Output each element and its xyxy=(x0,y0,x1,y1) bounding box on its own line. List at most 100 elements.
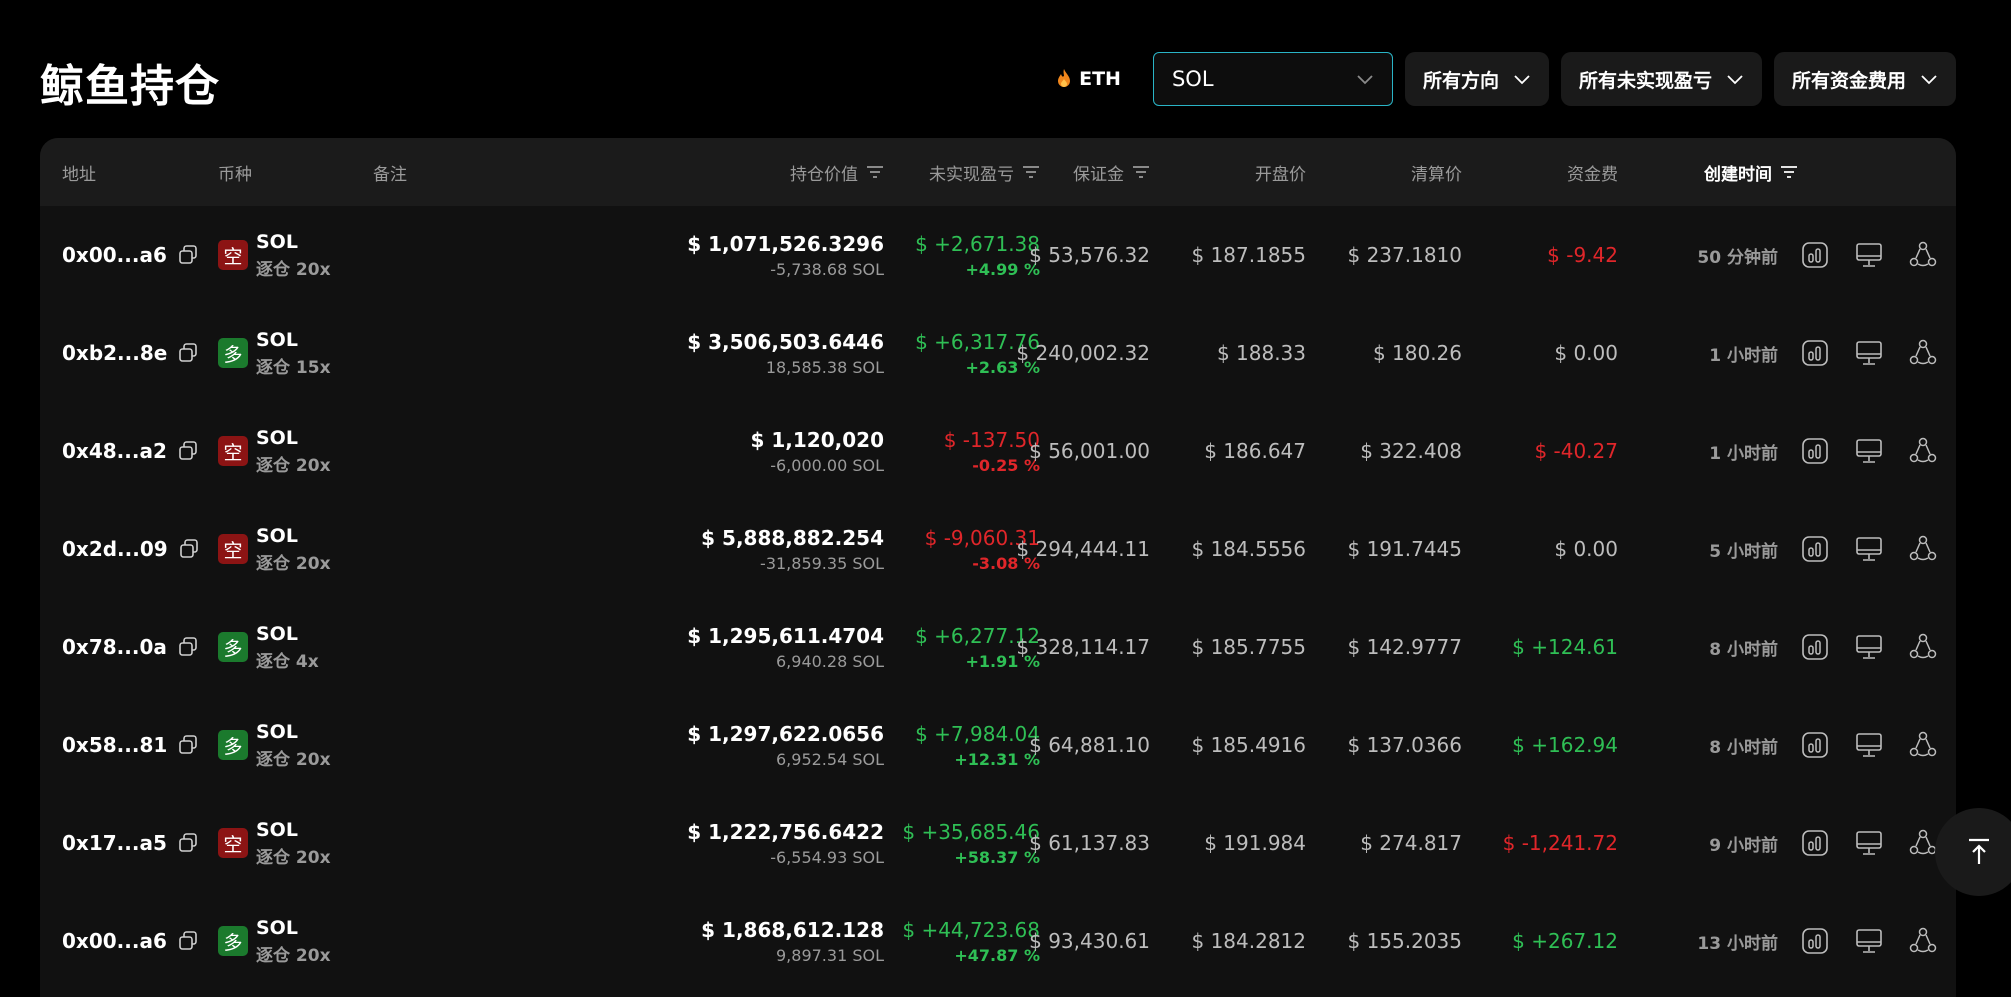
monitor-icon[interactable] xyxy=(1854,338,1884,368)
entry-price: $ 185.4916 xyxy=(1191,733,1306,757)
chart-icon[interactable] xyxy=(1800,338,1830,368)
header-coin: 币种 xyxy=(218,138,252,206)
table-row[interactable]: 0x2d...09 空 SOL 逐仓 20x $ 5,888,882.254 -… xyxy=(40,500,1956,598)
table-row[interactable]: 0x17...a5 空 SOL 逐仓 20x $ 1,222,756.6422 … xyxy=(40,794,1956,892)
address-wrap: 0x00...a6 xyxy=(62,243,199,267)
row-actions xyxy=(1800,794,1938,892)
copy-icon[interactable] xyxy=(177,244,199,266)
position-value-cell: $ 1,071,526.3296 -5,738.68 SOL xyxy=(687,206,884,304)
margin-cell: $ 64,881.10 xyxy=(1029,696,1150,794)
table-row[interactable]: 0x48...a2 空 SOL 逐仓 20x $ 1,120,020 -6,00… xyxy=(40,402,1956,500)
copy-icon[interactable] xyxy=(177,832,199,854)
copy-icon[interactable] xyxy=(178,538,200,560)
entry-price: $ 188.33 xyxy=(1216,341,1306,365)
position-size: -6,000.00 SOL xyxy=(770,455,884,475)
chart-icon[interactable] xyxy=(1800,926,1830,956)
created-cell: 13 小时前 xyxy=(1697,892,1778,990)
share-network-icon[interactable] xyxy=(1908,926,1938,956)
header-margin[interactable]: 保证金 xyxy=(1073,138,1150,206)
monitor-icon[interactable] xyxy=(1854,436,1884,466)
header-created-time[interactable]: 创建时间 xyxy=(1704,138,1798,206)
position-size: -5,738.68 SOL xyxy=(770,259,884,279)
address-text[interactable]: 0x00...a6 xyxy=(62,929,167,953)
address-text[interactable]: 0x78...0a xyxy=(62,635,167,659)
side-badge: 多 xyxy=(218,632,248,662)
table-row[interactable]: 0x00...a6 多 SOL 逐仓 20x $ 1,868,612.128 9… xyxy=(40,892,1956,990)
entry-price-cell: $ 186.647 xyxy=(1204,402,1306,500)
row-actions xyxy=(1800,304,1938,402)
funding-cell: $ +267.12 xyxy=(1512,892,1618,990)
address-text[interactable]: 0x2d...09 xyxy=(62,537,168,561)
funding-cell: $ -9.42 xyxy=(1547,206,1618,304)
margin-value: $ 64,881.10 xyxy=(1029,733,1150,757)
copy-icon[interactable] xyxy=(177,734,199,756)
funding-filter-label: 所有资金费用 xyxy=(1791,69,1906,92)
chart-icon[interactable] xyxy=(1800,632,1830,662)
entry-price: $ 184.5556 xyxy=(1191,537,1306,561)
address-wrap: 0x58...81 xyxy=(62,733,199,757)
share-network-icon[interactable] xyxy=(1908,828,1938,858)
pnl-dropdown[interactable]: 所有未实现盈亏 xyxy=(1560,52,1762,106)
header-unrealized-pnl[interactable]: 未实现盈亏 xyxy=(929,138,1040,206)
copy-icon[interactable] xyxy=(177,342,199,364)
address-text[interactable]: 0xb2...8e xyxy=(62,341,167,365)
copy-icon[interactable] xyxy=(177,636,199,658)
coin-cell: 多 SOL 逐仓 20x xyxy=(218,892,331,990)
address-text[interactable]: 0x00...a6 xyxy=(62,243,167,267)
chart-icon[interactable] xyxy=(1800,534,1830,564)
row-actions xyxy=(1800,500,1938,598)
copy-icon[interactable] xyxy=(177,440,199,462)
created-time: 1 小时前 xyxy=(1709,443,1778,464)
coin-text: SOL 逐仓 20x xyxy=(256,819,331,868)
monitor-icon[interactable] xyxy=(1854,534,1884,564)
page-title: 鲸鱼持仓 xyxy=(40,61,220,112)
address-cell: 0x78...0a xyxy=(62,598,199,696)
coin-cell: 多 SOL 逐仓 20x xyxy=(218,696,331,794)
coin-cell: 空 SOL 逐仓 20x xyxy=(218,206,331,304)
coin-symbol: SOL xyxy=(256,524,298,547)
table-row[interactable]: 0xb2...8e 多 SOL 逐仓 15x $ 3,506,503.6446 … xyxy=(40,304,1956,402)
coin-symbol: SOL xyxy=(256,916,298,939)
chart-icon[interactable] xyxy=(1800,240,1830,270)
liq-price-cell: $ 142.9777 xyxy=(1347,598,1462,696)
position-value: $ 1,222,756.6422 xyxy=(687,819,884,844)
funding-cell: $ 0.00 xyxy=(1554,500,1618,598)
monitor-icon[interactable] xyxy=(1854,926,1884,956)
table-row[interactable]: 0x58...81 多 SOL 逐仓 20x $ 1,297,622.0656 … xyxy=(40,696,1956,794)
coin-symbol: SOL xyxy=(256,426,298,449)
share-network-icon[interactable] xyxy=(1908,436,1938,466)
header-position-value-label: 持仓价值 xyxy=(790,164,858,185)
chart-icon[interactable] xyxy=(1800,730,1830,760)
header-position-value[interactable]: 持仓价值 xyxy=(790,138,884,206)
share-network-icon[interactable] xyxy=(1908,534,1938,564)
monitor-icon[interactable] xyxy=(1854,828,1884,858)
leverage-text: 逐仓 20x xyxy=(256,945,331,966)
row-actions xyxy=(1800,402,1938,500)
table-row[interactable]: 0x78...0a 多 SOL 逐仓 4x $ 1,295,611.4704 6… xyxy=(40,598,1956,696)
coin-select[interactable]: SOL xyxy=(1152,52,1393,106)
table-row[interactable]: 0x00...a6 空 SOL 逐仓 20x $ 1,071,526.3296 … xyxy=(40,206,1956,304)
share-network-icon[interactable] xyxy=(1908,632,1938,662)
created-cell: 8 小时前 xyxy=(1709,598,1778,696)
share-network-icon[interactable] xyxy=(1908,338,1938,368)
copy-icon[interactable] xyxy=(177,930,199,952)
address-text[interactable]: 0x17...a5 xyxy=(62,831,167,855)
chart-icon[interactable] xyxy=(1800,436,1830,466)
chevron-down-icon xyxy=(1727,75,1743,85)
monitor-icon[interactable] xyxy=(1854,240,1884,270)
direction-dropdown[interactable]: 所有方向 xyxy=(1404,52,1549,106)
address-text[interactable]: 0x48...a2 xyxy=(62,439,167,463)
leverage-text: 逐仓 20x xyxy=(256,259,331,280)
eth-quick-filter[interactable]: ETH xyxy=(1037,52,1141,106)
liq-price: $ 155.2035 xyxy=(1347,929,1462,953)
share-network-icon[interactable] xyxy=(1908,240,1938,270)
monitor-icon[interactable] xyxy=(1854,632,1884,662)
entry-price: $ 191.984 xyxy=(1204,831,1306,855)
position-value-cell: $ 3,506,503.6446 18,585.38 SOL xyxy=(687,304,884,402)
funding-dropdown[interactable]: 所有资金费用 xyxy=(1773,52,1956,106)
chart-icon[interactable] xyxy=(1800,828,1830,858)
address-text[interactable]: 0x58...81 xyxy=(62,733,167,757)
liq-price: $ 180.26 xyxy=(1372,341,1462,365)
share-network-icon[interactable] xyxy=(1908,730,1938,760)
monitor-icon[interactable] xyxy=(1854,730,1884,760)
